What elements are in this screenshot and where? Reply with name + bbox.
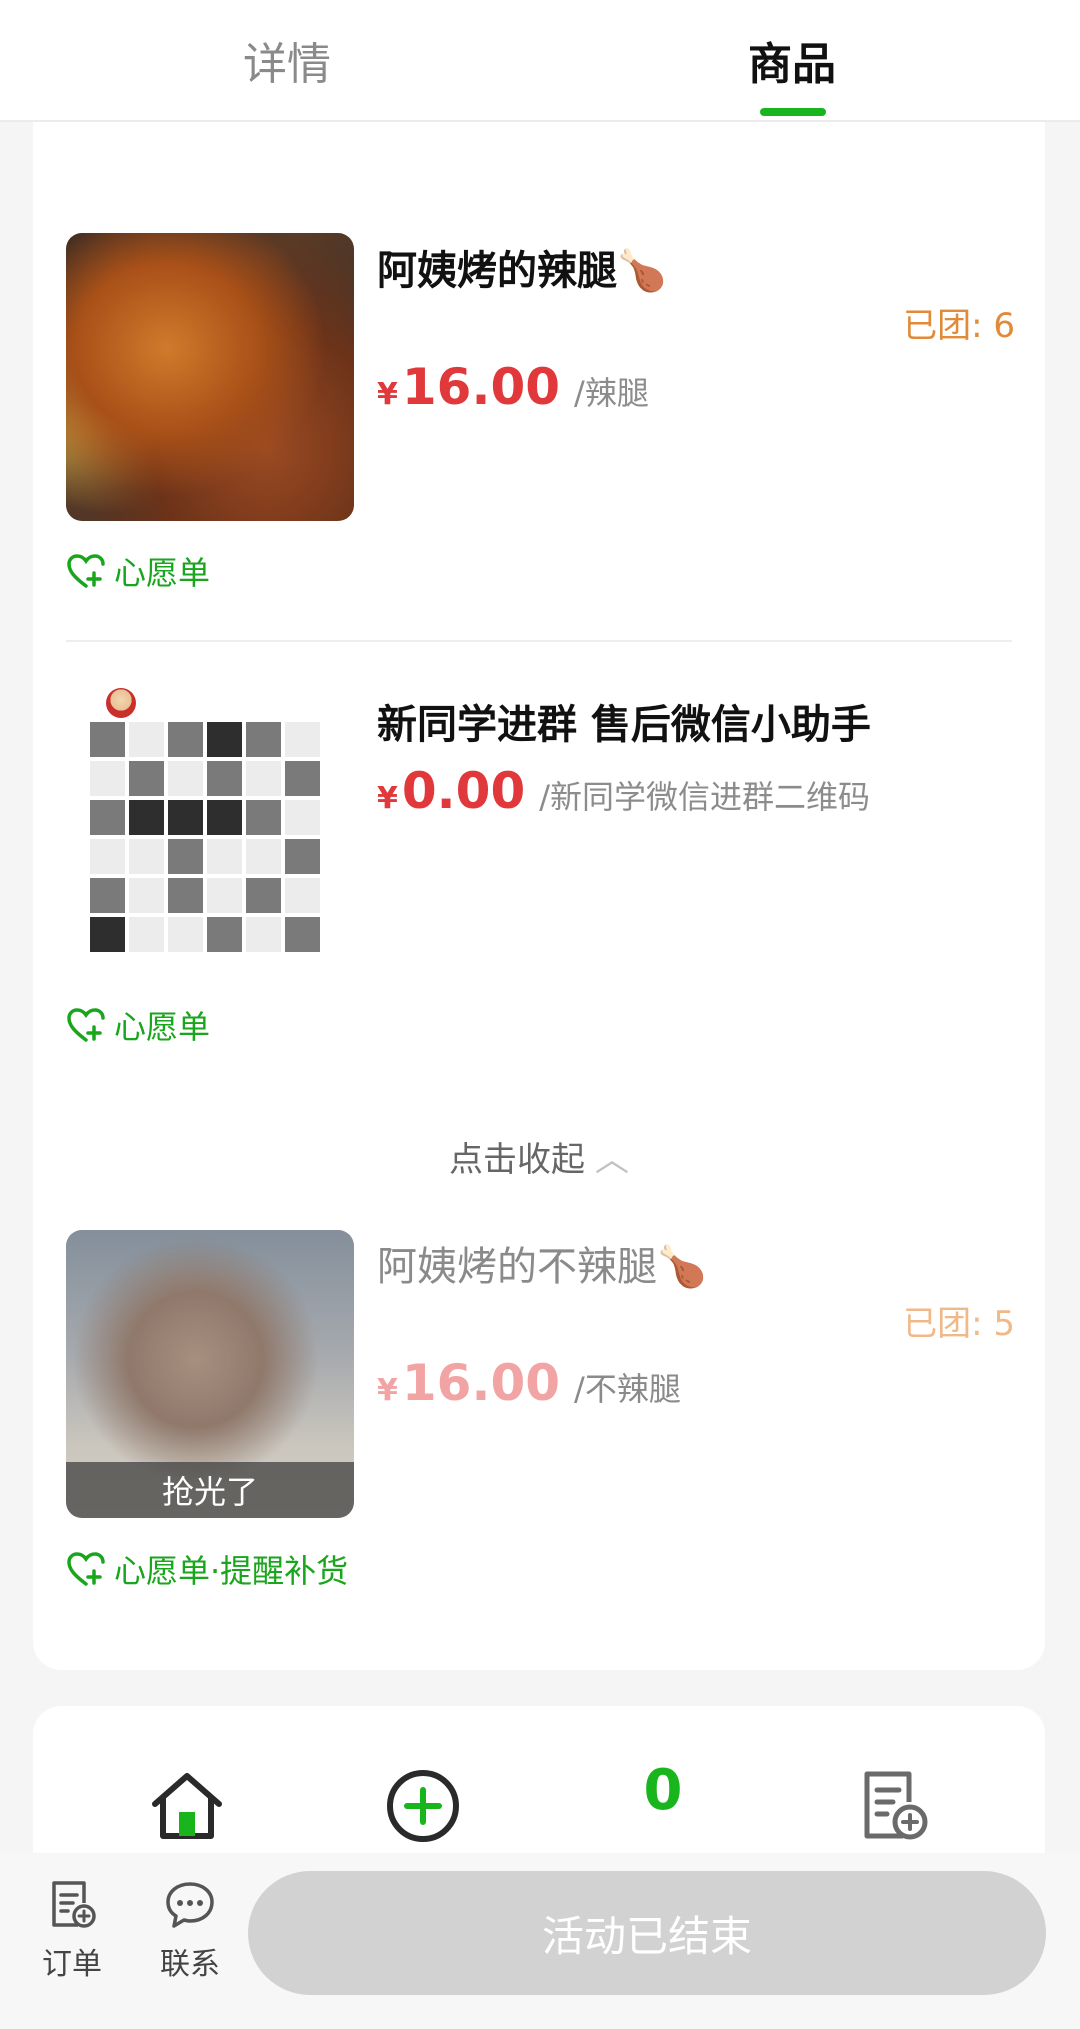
- sold-count: 已团: 5: [903, 1304, 1015, 1344]
- bottom-bar: 订单 联系 活动已结束: [0, 1853, 1080, 2029]
- wishlist-label: 心愿单·提醒补货: [114, 1552, 349, 1590]
- tab-details[interactable]: 详情: [137, 0, 437, 120]
- chevron-up-icon: ︿: [595, 1140, 629, 1180]
- price-row: ¥ 0.00 /新同学微信进群二维码: [377, 762, 870, 820]
- drumstick-emoji: 🍗: [657, 1244, 707, 1290]
- price-unit: /辣腿: [574, 374, 649, 412]
- currency-symbol: ¥: [377, 781, 398, 816]
- sold-out-label: 抢光了: [66, 1462, 354, 1518]
- product-image[interactable]: [66, 233, 354, 521]
- order-icon: [52, 1881, 96, 1928]
- product-name: 新同学进群 售后微信小助手: [377, 702, 871, 748]
- home-icon[interactable]: [147, 1766, 227, 1846]
- collapse-label: 点击收起: [449, 1140, 585, 1180]
- price-row: ¥ 16.00 /辣腿: [377, 358, 649, 416]
- price-unit: /不辣腿: [574, 1370, 681, 1408]
- price-row: ¥ 16.00 /不辣腿: [377, 1354, 681, 1412]
- price: 16.00: [401, 358, 561, 416]
- collapse-toggle[interactable]: 点击收起 ︿: [33, 1132, 1045, 1181]
- product-name-text: 阿姨烤的辣腿: [377, 248, 617, 294]
- cart-count[interactable]: 0: [623, 1758, 703, 1823]
- tab-goods[interactable]: 商品: [642, 0, 942, 120]
- chat-bubble-icon: [166, 1882, 214, 1928]
- product-name: 阿姨烤的辣腿🍗: [377, 238, 667, 296]
- wishlist-restock-button[interactable]: 心愿单·提醒补货: [66, 1546, 348, 1592]
- divider: [66, 640, 1012, 642]
- product-name: 阿姨烤的不辣腿🍗: [377, 1234, 707, 1292]
- price: 0.00: [401, 762, 526, 820]
- contact-button[interactable]: 联系: [140, 1879, 240, 1983]
- heart-plus-icon: [67, 554, 105, 588]
- contact-label: 联系: [160, 1947, 220, 1982]
- currency-symbol: ¥: [377, 1373, 398, 1408]
- avatar: [106, 688, 136, 718]
- price-unit: /新同学微信进群二维码: [539, 778, 871, 816]
- wishlist-button[interactable]: 心愿单: [66, 1002, 210, 1048]
- product-name-text: 阿姨烤的不辣腿: [377, 1244, 657, 1290]
- currency-symbol: ¥: [377, 377, 398, 412]
- wishlist-label: 心愿单: [114, 554, 211, 592]
- plus-circle-icon[interactable]: [383, 1766, 463, 1846]
- blurred-qr-code: [90, 722, 320, 952]
- product-list-card: 阿姨烤的辣腿🍗 已团: 6 ¥ 16.00 /辣腿 心愿单 新同学进群 售后微信…: [33, 122, 1045, 1670]
- tab-bar: 详情 商品: [0, 0, 1080, 122]
- heart-plus-icon: [67, 1008, 105, 1042]
- active-tab-indicator: [760, 108, 826, 116]
- drumstick-emoji: 🍗: [617, 248, 667, 294]
- heart-plus-icon: [67, 1552, 105, 1586]
- orders-label: 订单: [42, 1947, 102, 1982]
- qr-code-image[interactable]: [66, 682, 354, 970]
- wishlist-button[interactable]: 心愿单: [66, 548, 210, 594]
- sold-count: 已团: 6: [903, 306, 1015, 346]
- wishlist-label: 心愿单: [114, 1008, 211, 1046]
- activity-ended-button[interactable]: 活动已结束: [248, 1871, 1046, 1995]
- order-add-icon[interactable]: [853, 1766, 933, 1846]
- price: 16.00: [401, 1354, 561, 1412]
- orders-button[interactable]: 订单: [22, 1879, 122, 1983]
- product-image[interactable]: 抢光了: [66, 1230, 354, 1518]
